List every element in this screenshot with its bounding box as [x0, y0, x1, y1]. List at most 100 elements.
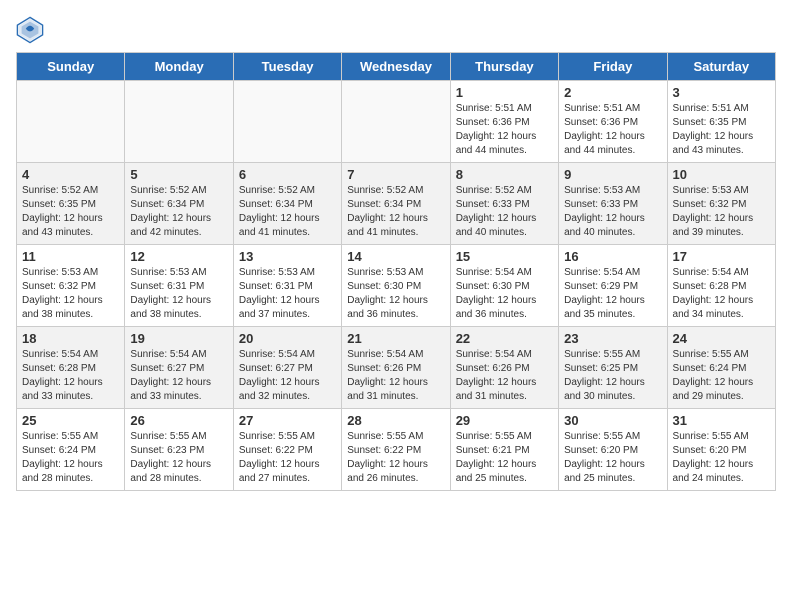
day-header-thursday: Thursday [450, 53, 558, 81]
day-number: 1 [456, 85, 553, 100]
calendar-cell: 16Sunrise: 5:54 AM Sunset: 6:29 PM Dayli… [559, 245, 667, 327]
day-info: Sunrise: 5:53 AM Sunset: 6:32 PM Dayligh… [22, 266, 119, 322]
calendar-table: SundayMondayTuesdayWednesdayThursdayFrid… [16, 52, 776, 491]
calendar-cell: 28 Sunrise: 5:55 AM Sunset: 6:22 PM Dayli… [342, 409, 450, 491]
day-header-sunday: Sunday [17, 53, 125, 81]
calendar-cell: 22 Sunrise: 5:54 AM Sunset: 6:26 PM Dayli… [450, 327, 558, 409]
day-number: 30 [564, 413, 661, 428]
day-info: Sunrise: 5:52 AM Sunset: 6:34 PM Dayligh… [347, 184, 444, 240]
day-header-monday: Monday [125, 53, 233, 81]
logo [16, 16, 48, 44]
calendar-cell: 5 Sunrise: 5:52 AM Sunset: 6:34 PM Daylig… [125, 163, 233, 245]
day-header-tuesday: Tuesday [233, 53, 341, 81]
day-number: 7 [347, 167, 444, 182]
day-number: 9 [564, 167, 661, 182]
calendar-week-1: 1 Sunrise: 5:51 AM Sunset: 6:36 PM Daylig… [17, 81, 776, 163]
calendar-cell: 10 Sunrise: 5:53 AM Sunset: 6:32 PM Dayli… [667, 163, 775, 245]
day-info: Sunrise: 5:54 AM Sunset: 6:26 PM Dayligh… [347, 348, 444, 404]
day-info: Sunrise: 5:53 AM Sunset: 6:33 PM Dayligh… [564, 184, 661, 240]
calendar-cell: 11 Sunrise: 5:53 AM Sunset: 6:32 PM Dayli… [17, 245, 125, 327]
calendar-cell: 19 Sunrise: 5:54 AM Sunset: 6:27 PM Dayli… [125, 327, 233, 409]
day-info: Sunrise: 5:52 AM Sunset: 6:33 PM Dayligh… [456, 184, 553, 240]
calendar-header-row: SundayMondayTuesdayWednesdayThursdayFrid… [17, 53, 776, 81]
day-number: 23 [564, 331, 661, 346]
day-number: 6 [239, 167, 336, 182]
day-info: Sunrise: 5:54 AM Sunset: 6:28 PM Dayligh… [673, 266, 770, 322]
day-number: 3 [673, 85, 770, 100]
calendar-cell: 31Sunrise: 5:55 AM Sunset: 6:20 PM Dayli… [667, 409, 775, 491]
day-info: Sunrise: 5:54 AM Sunset: 6:30 PM Dayligh… [456, 266, 553, 322]
day-header-wednesday: Wednesday [342, 53, 450, 81]
calendar-cell: 27 Sunrise: 5:55 AM Sunset: 6:22 PM Dayli… [233, 409, 341, 491]
day-info: Sunrise: 5:52 AM Sunset: 6:35 PM Dayligh… [22, 184, 119, 240]
day-info: Sunrise: 5:55 AM Sunset: 6:24 PM Dayligh… [22, 430, 119, 486]
day-number: 20 [239, 331, 336, 346]
day-number: 25 [22, 413, 119, 428]
day-number: 11 [22, 249, 119, 264]
day-info: Sunrise: 5:54 AM Sunset: 6:27 PM Dayligh… [130, 348, 227, 404]
calendar-cell: 12 Sunrise: 5:53 AM Sunset: 6:31 PM Dayli… [125, 245, 233, 327]
day-info: Sunrise: 5:51 AM Sunset: 6:36 PM Dayligh… [456, 102, 553, 158]
day-header-friday: Friday [559, 53, 667, 81]
day-number: 14 [347, 249, 444, 264]
day-number: 10 [673, 167, 770, 182]
day-number: 22 [456, 331, 553, 346]
calendar-cell: 13 Sunrise: 5:53 AM Sunset: 6:31 PM Dayli… [233, 245, 341, 327]
calendar-cell: 15 Sunrise: 5:54 AM Sunset: 6:30 PM Dayli… [450, 245, 558, 327]
day-number: 13 [239, 249, 336, 264]
logo-icon [16, 16, 44, 44]
calendar-week-3: 11 Sunrise: 5:53 AM Sunset: 6:32 PM Dayli… [17, 245, 776, 327]
calendar-week-5: 25 Sunrise: 5:55 AM Sunset: 6:24 PM Dayli… [17, 409, 776, 491]
day-number: 8 [456, 167, 553, 182]
day-number: 28 [347, 413, 444, 428]
day-info: Sunrise: 5:55 AM Sunset: 6:22 PM Dayligh… [347, 430, 444, 486]
calendar-cell: 17 Sunrise: 5:54 AM Sunset: 6:28 PM Dayli… [667, 245, 775, 327]
day-info: Sunrise: 5:55 AM Sunset: 6:23 PM Dayligh… [130, 430, 227, 486]
day-info: Sunrise: 5:54 AM Sunset: 6:26 PM Dayligh… [456, 348, 553, 404]
calendar-cell: 21 Sunrise: 5:54 AM Sunset: 6:26 PM Dayli… [342, 327, 450, 409]
day-number: 26 [130, 413, 227, 428]
day-number: 27 [239, 413, 336, 428]
day-info: Sunrise: 5:53 AM Sunset: 6:30 PM Dayligh… [347, 266, 444, 322]
day-number: 15 [456, 249, 553, 264]
calendar-cell: 18 Sunrise: 5:54 AM Sunset: 6:28 PM Dayli… [17, 327, 125, 409]
calendar-cell: 4 Sunrise: 5:52 AM Sunset: 6:35 PM Daylig… [17, 163, 125, 245]
calendar-cell: 26 Sunrise: 5:55 AM Sunset: 6:23 PM Dayli… [125, 409, 233, 491]
day-info: Sunrise: 5:51 AM Sunset: 6:35 PM Dayligh… [673, 102, 770, 158]
calendar-cell: 9 Sunrise: 5:53 AM Sunset: 6:33 PM Daylig… [559, 163, 667, 245]
calendar-cell [233, 81, 341, 163]
calendar-cell: 3 Sunrise: 5:51 AM Sunset: 6:35 PM Daylig… [667, 81, 775, 163]
calendar-cell: 7 Sunrise: 5:52 AM Sunset: 6:34 PM Daylig… [342, 163, 450, 245]
day-info: Sunrise: 5:54 AM Sunset: 6:28 PM Dayligh… [22, 348, 119, 404]
day-number: 19 [130, 331, 227, 346]
calendar-cell: 1 Sunrise: 5:51 AM Sunset: 6:36 PM Daylig… [450, 81, 558, 163]
calendar-cell: 14 Sunrise: 5:53 AM Sunset: 6:30 PM Dayli… [342, 245, 450, 327]
day-number: 18 [22, 331, 119, 346]
day-info: Sunrise: 5:54 AM Sunset: 6:27 PM Dayligh… [239, 348, 336, 404]
day-number: 5 [130, 167, 227, 182]
day-info: Sunrise: 5:53 AM Sunset: 6:31 PM Dayligh… [239, 266, 336, 322]
calendar-cell: 29Sunrise: 5:55 AM Sunset: 6:21 PM Dayli… [450, 409, 558, 491]
calendar-cell [342, 81, 450, 163]
calendar-cell: 30 Sunrise: 5:55 AM Sunset: 6:20 PM Dayli… [559, 409, 667, 491]
calendar-cell [17, 81, 125, 163]
day-info: Sunrise: 5:55 AM Sunset: 6:21 PM Dayligh… [456, 430, 553, 486]
calendar-cell: 25 Sunrise: 5:55 AM Sunset: 6:24 PM Dayli… [17, 409, 125, 491]
day-number: 21 [347, 331, 444, 346]
day-number: 12 [130, 249, 227, 264]
day-info: Sunrise: 5:55 AM Sunset: 6:20 PM Dayligh… [673, 430, 770, 486]
calendar-week-4: 18 Sunrise: 5:54 AM Sunset: 6:28 PM Dayli… [17, 327, 776, 409]
day-info: Sunrise: 5:53 AM Sunset: 6:31 PM Dayligh… [130, 266, 227, 322]
day-info: Sunrise: 5:55 AM Sunset: 6:22 PM Dayligh… [239, 430, 336, 486]
day-info: Sunrise: 5:53 AM Sunset: 6:32 PM Dayligh… [673, 184, 770, 240]
day-number: 2 [564, 85, 661, 100]
page-header [16, 16, 776, 44]
day-info: Sunrise: 5:52 AM Sunset: 6:34 PM Dayligh… [130, 184, 227, 240]
calendar-week-2: 4 Sunrise: 5:52 AM Sunset: 6:35 PM Daylig… [17, 163, 776, 245]
day-number: 4 [22, 167, 119, 182]
calendar-cell: 23 Sunrise: 5:55 AM Sunset: 6:25 PM Dayli… [559, 327, 667, 409]
day-number: 17 [673, 249, 770, 264]
day-info: Sunrise: 5:55 AM Sunset: 6:20 PM Dayligh… [564, 430, 661, 486]
day-info: Sunrise: 5:55 AM Sunset: 6:25 PM Dayligh… [564, 348, 661, 404]
day-header-saturday: Saturday [667, 53, 775, 81]
